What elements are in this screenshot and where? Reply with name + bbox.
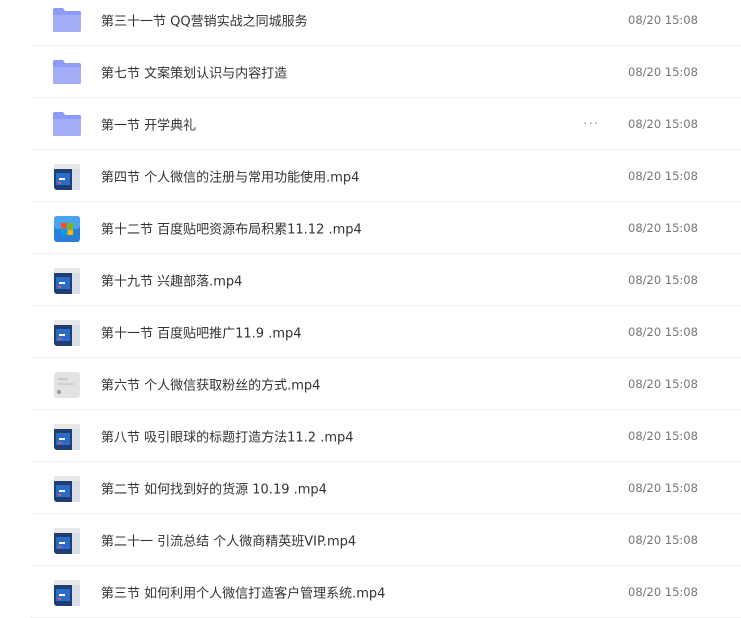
file-date: 08/20 15:08: [628, 532, 698, 547]
file-list: 第三十一节 QQ营销实战之同城服务 08/20 15:08 第七节 文案策划认识与…: [0, 0, 741, 618]
file-row[interactable]: 第二十一 引流总结 个人微商精英班VIP.mp4 08/20 15:08: [30, 514, 741, 566]
file-date: 08/20 15:08: [628, 168, 698, 183]
video-thumbnail-icon: [52, 267, 82, 294]
file-row[interactable]: 第一节 开学典礼 ··· 08/20 15:08: [30, 98, 741, 150]
file-date: 08/20 15:08: [628, 324, 698, 339]
file-date: 08/20 15:08: [628, 12, 698, 27]
file-row[interactable]: 第十一节 百度贴吧推广11.9 .mp4 08/20 15:08: [30, 306, 741, 358]
file-row[interactable]: 第八节 吸引眼球的标题打造方法11.2 .mp4 08/20 15:08: [30, 410, 741, 462]
file-row[interactable]: 第六节 个人微信获取粉丝的方式.mp4 08/20 15:08: [30, 358, 741, 410]
file-name[interactable]: 第一节 开学典礼: [101, 114, 196, 133]
file-name[interactable]: 第七节 文案策划认识与内容打造: [101, 62, 287, 81]
file-row[interactable]: 第三十一节 QQ营销实战之同城服务 08/20 15:08: [30, 0, 741, 46]
file-row[interactable]: 第三节 如何利用个人微信打造客户管理系统.mp4 08/20 15:08: [30, 566, 741, 618]
file-date: 08/20 15:08: [628, 584, 698, 599]
file-row[interactable]: 第十二节 百度贴吧资源布局积累11.12 .mp4 08/20 15:08: [30, 202, 741, 254]
file-name[interactable]: 第二十一 引流总结 个人微商精英班VIP.mp4: [101, 530, 356, 549]
video-thumbnail-icon: [52, 319, 82, 346]
file-name[interactable]: 第四节 个人微信的注册与常用功能使用.mp4: [101, 166, 359, 185]
file-row[interactable]: 第十九节 兴趣部落.mp4 08/20 15:08: [30, 254, 741, 306]
file-name[interactable]: 第十一节 百度贴吧推广11.9 .mp4: [101, 322, 302, 341]
video-thumbnail-icon: [52, 423, 82, 450]
file-row[interactable]: 第二节 如何找到好的货源 10.19 .mp4 08/20 15:08: [30, 462, 741, 514]
video-gray-thumbnail-icon: [52, 371, 82, 398]
file-date: 08/20 15:08: [628, 376, 698, 391]
more-icon[interactable]: ···: [583, 116, 599, 132]
file-date: 08/20 15:08: [628, 272, 698, 287]
video-thumbnail-icon: [52, 163, 82, 190]
video-thumbnail-icon: [52, 527, 82, 554]
video-thumbnail-icon: [52, 475, 82, 502]
file-name[interactable]: 第十二节 百度贴吧资源布局积累11.12 .mp4: [101, 218, 362, 237]
file-date: 08/20 15:08: [628, 480, 698, 495]
file-name[interactable]: 第十九节 兴趣部落.mp4: [101, 270, 242, 289]
folder-icon: [52, 59, 82, 85]
file-date: 08/20 15:08: [628, 116, 698, 131]
file-row[interactable]: 第四节 个人微信的注册与常用功能使用.mp4 08/20 15:08: [30, 150, 741, 202]
file-date: 08/20 15:08: [628, 220, 698, 235]
file-row[interactable]: 第七节 文案策划认识与内容打造 08/20 15:08: [30, 46, 741, 98]
file-date: 08/20 15:08: [628, 428, 698, 443]
file-date: 08/20 15:08: [628, 64, 698, 79]
video-thumbnail-icon: [52, 579, 82, 606]
folder-icon: [52, 111, 82, 137]
file-name[interactable]: 第三节 如何利用个人微信打造客户管理系统.mp4: [101, 582, 385, 601]
video-windows-thumbnail-icon: [52, 215, 82, 242]
file-name[interactable]: 第六节 个人微信获取粉丝的方式.mp4: [101, 374, 320, 393]
file-name[interactable]: 第三十一节 QQ营销实战之同城服务: [101, 10, 308, 29]
file-name[interactable]: 第八节 吸引眼球的标题打造方法11.2 .mp4: [101, 426, 354, 445]
folder-icon: [52, 7, 82, 33]
file-name[interactable]: 第二节 如何找到好的货源 10.19 .mp4: [101, 478, 327, 497]
